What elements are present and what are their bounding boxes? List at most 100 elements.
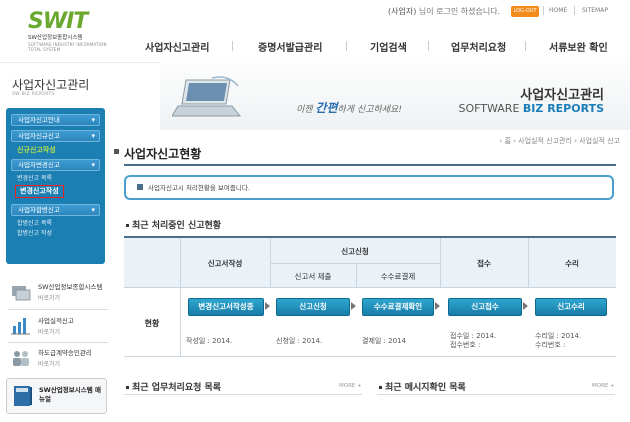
header-accept: 수리	[565, 259, 579, 268]
divider	[124, 394, 362, 395]
slogan-emphasis: 간편	[315, 101, 338, 115]
server-icon	[12, 286, 31, 301]
divider	[8, 309, 108, 310]
quick-link-label: SW산업정보종합시스템	[38, 283, 103, 291]
manual-book-icon	[14, 386, 32, 406]
status-table: 신고서작성 신고신청 신고서 제출 수수료결제 접수 수리 현황 변경신고서작성…	[124, 236, 616, 357]
manual-label: SW산업정보시스템 매뉴얼	[39, 386, 101, 403]
chevron-down-icon: ▾	[91, 132, 95, 140]
top-header: SWIT SW산업정보종합시스템 SOFTWARE INDUSTRY INFOR…	[0, 0, 630, 62]
more-link-work-requests[interactable]: MORE +	[339, 383, 362, 389]
divider	[270, 263, 440, 264]
row-label-status: 현황	[144, 319, 160, 328]
home-link[interactable]: HOME	[549, 7, 567, 14]
chevron-down-icon: ▾	[91, 116, 95, 124]
divider	[525, 41, 526, 51]
notice-text: 사업자신고시 처리현황을 보여줍니다.	[148, 184, 250, 192]
section-bullet-icon	[126, 224, 129, 227]
arrow-right-icon	[351, 302, 356, 310]
info-bullet-icon	[137, 184, 143, 190]
quick-link-go: 바로가기	[38, 329, 61, 336]
people-icon	[13, 351, 29, 366]
sidebar-section-label: 사업자합병신고	[18, 206, 60, 214]
swit-logo[interactable]: SWIT SW산업정보종합시스템 SOFTWARE INDUSTRY INFOR…	[28, 9, 108, 53]
section-title-status: 최근 처리중인 신고현황	[132, 221, 222, 231]
step-write-button[interactable]: 변경신고서작성중	[188, 298, 264, 316]
slogan-part-c: 하게 신고하세요!	[337, 105, 402, 115]
divider	[124, 356, 616, 357]
bar-chart-icon	[11, 318, 30, 335]
quick-link-swit[interactable]: SW산업정보종합시스템 바로가기	[10, 280, 110, 310]
divider	[428, 41, 429, 51]
divider	[8, 342, 108, 343]
section-bullet-icon	[126, 386, 129, 389]
sidebar-item-merge-write[interactable]: 합병신고 작성	[11, 229, 100, 239]
divider	[232, 41, 233, 51]
arrow-right-icon	[435, 302, 440, 310]
page-title: 사업자신고현황	[113, 147, 202, 161]
step-accept-button[interactable]: 신고수리	[535, 298, 607, 316]
step-receive-button[interactable]: 신고접수	[448, 298, 522, 316]
sidebar-section-guide[interactable]: 사업자신고안내 ▾	[11, 114, 100, 126]
sidebar-section-change[interactable]: 사업자변경신고 ▾	[11, 159, 100, 171]
divider	[346, 41, 347, 51]
quick-link-label: 사업실적신고	[38, 317, 74, 325]
sidebar-title: 사업자신고관리	[12, 78, 90, 92]
breadcrumb: › 홈 › 사업실적 신고관리 › 사업실적 신고	[499, 137, 620, 145]
logout-button[interactable]: LOG-OUT	[511, 6, 539, 17]
sidebar-section-new[interactable]: 사업자신규신고 ▾	[11, 130, 100, 142]
note-accept-date: 수리일 : 2014.	[535, 332, 582, 340]
divider	[377, 394, 615, 395]
chevron-down-icon: ▾	[91, 206, 95, 214]
sidebar-item-merge-list[interactable]: 합병신고 목록	[11, 219, 100, 229]
gnb-item-doc-supplement[interactable]: 서류보완 확인	[549, 39, 608, 54]
note-accept-number: 수리번호 :	[535, 341, 566, 349]
slogan-part-a: 이젠	[296, 105, 316, 115]
banner-title: 사업자신고관리	[520, 88, 604, 103]
quick-link-performance[interactable]: 사업실적신고 바로가기	[10, 314, 110, 344]
gnb-item-company-search[interactable]: 기업검색	[370, 39, 407, 54]
quick-link-label: 하도급계약승인관리	[38, 349, 92, 357]
section-title-messages: 최근 메시지확인 목록	[385, 383, 466, 393]
section-bullet-icon	[379, 386, 382, 389]
gnb-item-report[interactable]: 사업자신고관리	[145, 39, 209, 54]
laptop-illustration	[172, 76, 242, 117]
quick-link-subcontract[interactable]: 하도급계약승인관리 바로가기	[10, 346, 110, 376]
sitemap-link[interactable]: SITEMAP	[582, 7, 608, 14]
section-title-work-requests: 최근 업무처리요청 목록	[132, 383, 222, 393]
login-user: (사업자)	[388, 7, 417, 16]
sidebar-section-label: 사업자신고안내	[18, 116, 60, 124]
notice-box: 사업자신고시 처리현황을 보여줍니다.	[124, 175, 614, 200]
more-link-messages[interactable]: MORE +	[592, 383, 615, 389]
banner-subtitle: SOFTWARE BIZ REPORTS	[459, 102, 604, 115]
header-submit: 신고서 제출	[294, 272, 332, 281]
gnb-item-certificate[interactable]: 증명서발급관리	[258, 39, 322, 54]
sidebar-section-merge[interactable]: 사업자합병신고 ▾	[11, 204, 100, 216]
sidebar-item-new-write[interactable]: 신규신고작성	[11, 145, 100, 155]
title-rule	[124, 164, 616, 166]
banner-slogan: 이젠 간편하게 신고하세요!	[296, 99, 402, 116]
quick-link-go: 바로가기	[38, 295, 61, 302]
note-receive-date: 접수일 : 2014.	[450, 332, 497, 340]
sidebar-item-change-write[interactable]: 변경신고작성	[15, 185, 64, 198]
header-write: 신고서작성	[207, 259, 243, 268]
logo-korean-name: SW산업정보종합시스템	[28, 35, 83, 41]
manual-link[interactable]: SW산업정보시스템 매뉴얼	[6, 378, 107, 414]
sidebar-menu: 사업자신고안내 ▾ 사업자신규신고 ▾ 신규신고작성 사업자변경신고 ▾ 변경신고 목…	[6, 108, 105, 264]
login-suffix: 님이 로그인 하셨습니다.	[418, 7, 501, 16]
sidebar-item-change-list[interactable]: 변경신고 목록	[11, 174, 100, 184]
header-report: 신고신청	[341, 247, 369, 256]
divider	[180, 238, 181, 356]
login-status: (사업자) 님이 로그인 하셨습니다.	[388, 6, 500, 17]
logo-mark: SWIT	[28, 9, 88, 34]
sidebar-subtitle: SW BIZ REPORTS	[12, 92, 55, 97]
logo-english-name: SOFTWARE INDUSTRY INFORMATION TOTAL SYST…	[28, 42, 107, 52]
note-write-date: 작성일 : 2014.	[186, 337, 233, 345]
arrow-right-icon	[265, 302, 270, 310]
step-submit-button[interactable]: 신고신청	[276, 298, 350, 316]
sidebar-section-label: 사업자신규신고	[18, 132, 60, 140]
step-fee-button[interactable]: 수수료결제확인	[362, 298, 434, 316]
gnb-item-work-request[interactable]: 업무처리요청	[451, 39, 506, 54]
banner-subtitle-b: BIZ REPORTS	[522, 102, 604, 115]
arrow-right-icon	[523, 302, 528, 310]
